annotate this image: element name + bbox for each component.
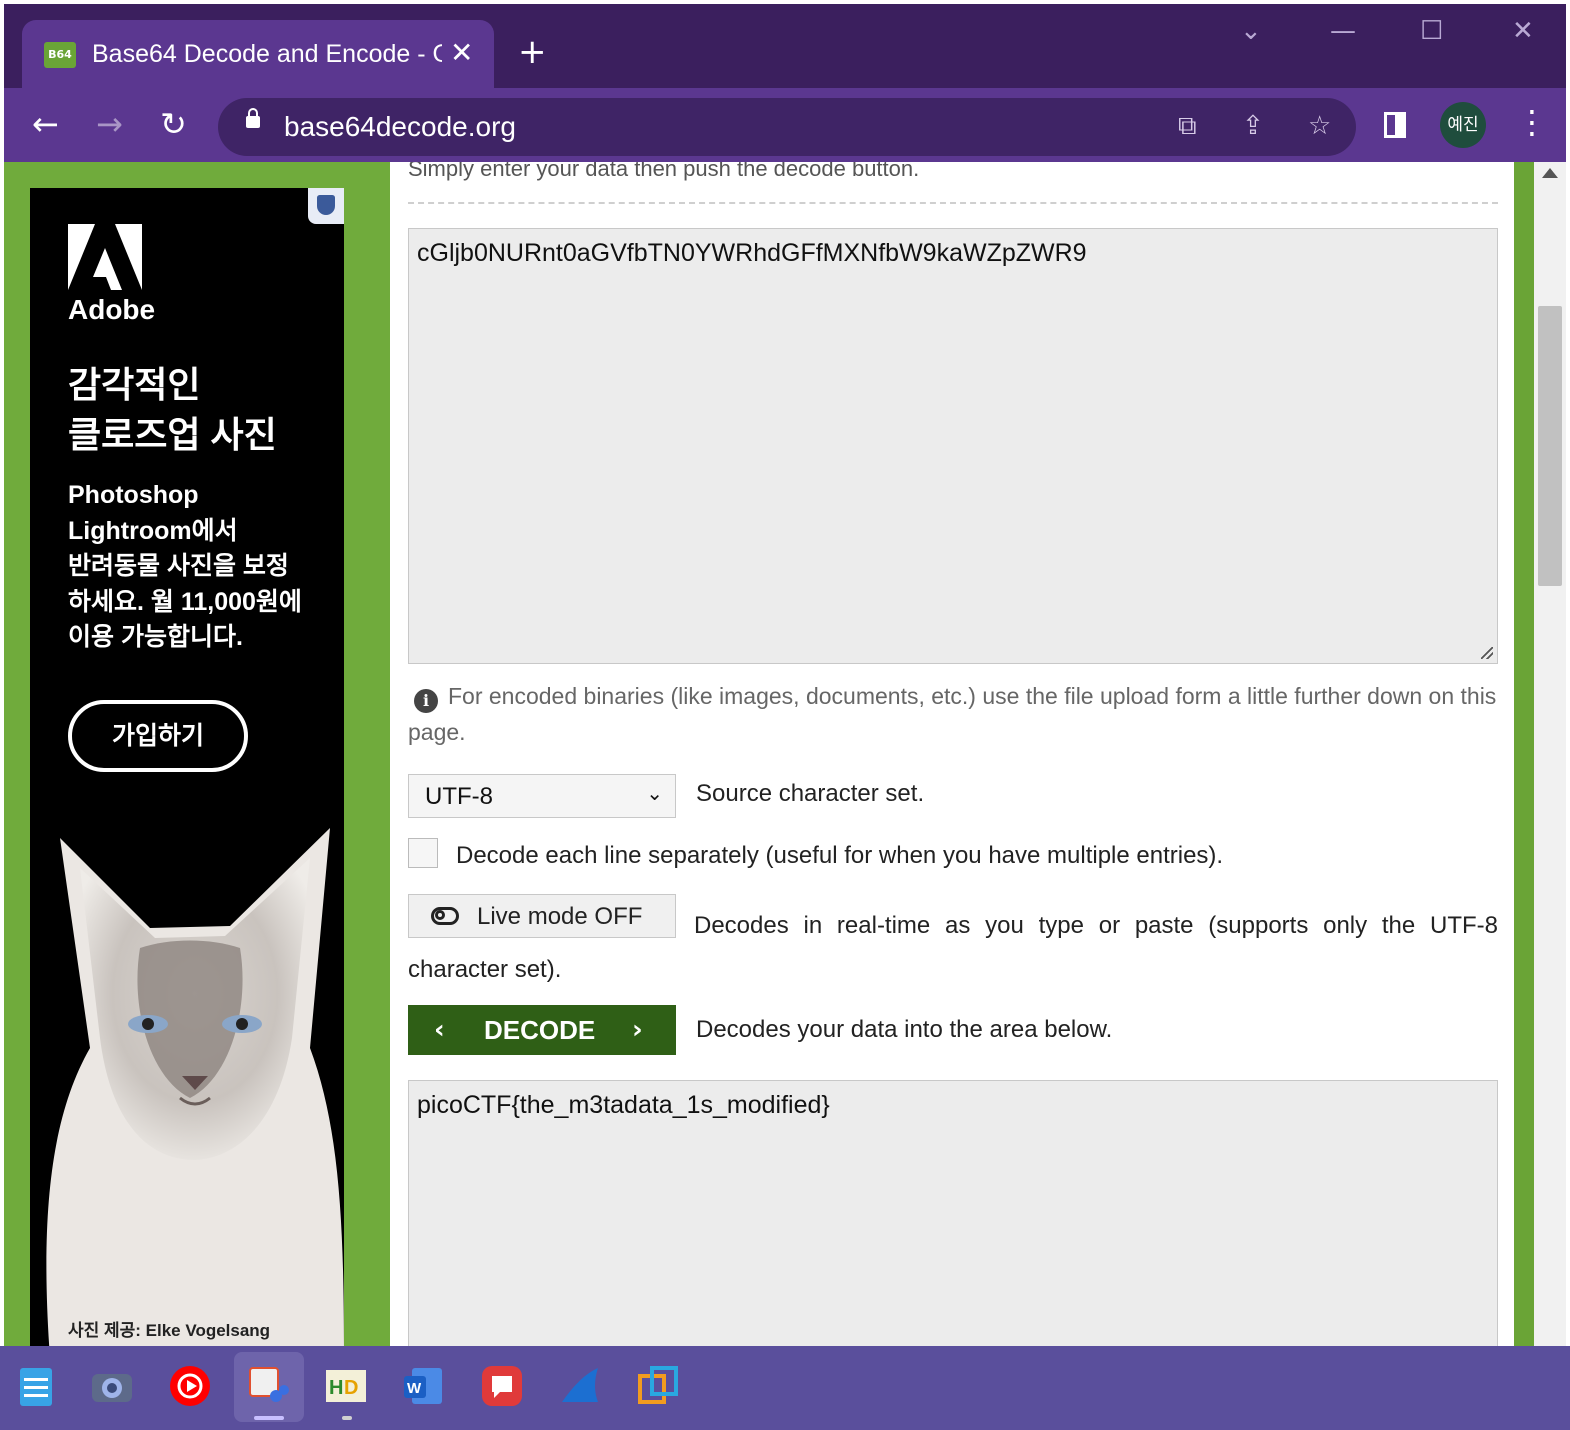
decoded-output-textarea[interactable]: picoCTF{the_m3tadata_1s_modified} bbox=[408, 1080, 1498, 1346]
close-tab-icon[interactable]: ✕ bbox=[450, 36, 473, 69]
toggle-icon bbox=[431, 907, 459, 925]
live-mode-toggle[interactable]: Live mode OFF bbox=[408, 894, 676, 938]
ad-body-line: 하세요. 월 11,000원에 bbox=[68, 587, 302, 616]
info-text: For encoded binaries (like images, docum… bbox=[408, 683, 1497, 745]
svg-text:H: H bbox=[329, 1377, 343, 1399]
main-content: Simply enter your data then push the dec… bbox=[390, 162, 1514, 1346]
ad-body-line: Photoshop bbox=[68, 481, 199, 509]
page-scrollbar[interactable] bbox=[1534, 162, 1566, 1346]
taskbar: H D W bbox=[0, 1346, 1570, 1430]
ad-brand: Adobe bbox=[68, 294, 156, 325]
charset-value[interactable]: UTF-8 bbox=[425, 783, 493, 810]
scroll-up-icon[interactable] bbox=[1542, 168, 1558, 178]
wireshark-icon[interactable] bbox=[558, 1364, 602, 1408]
decode-button-label[interactable]: DECODE bbox=[484, 1015, 595, 1046]
scrollbar-thumb[interactable] bbox=[1538, 306, 1562, 586]
ad-choices-icon[interactable] bbox=[308, 188, 344, 224]
decode-description: Decodes your data into the area below. bbox=[696, 1016, 1113, 1043]
word-icon[interactable]: W bbox=[402, 1364, 446, 1408]
forward-icon[interactable]: → bbox=[96, 104, 123, 144]
charset-label: Source character set. bbox=[696, 780, 925, 807]
url-text[interactable]: base64decode.org bbox=[284, 111, 516, 143]
address-bar[interactable]: base64decode.org ⧉ ⇪ ☆ bbox=[218, 98, 1356, 156]
decode-button[interactable]: ‹ DECODE › bbox=[408, 1005, 676, 1055]
encoded-input-value[interactable]: cGljb0NURnt0aGVfbTN0YWRhdGFfMXNfbW9kaWZp… bbox=[417, 239, 1087, 267]
active-app-indicator bbox=[254, 1416, 284, 1420]
snipping-tool-icon[interactable] bbox=[246, 1364, 290, 1408]
side-panel-icon[interactable] bbox=[1384, 112, 1406, 138]
maximize-icon[interactable]: ☐ bbox=[1420, 16, 1443, 46]
ad-body: Photoshop Lightroom에서 반려동물 사진을 보정 하세요. 월… bbox=[68, 478, 338, 656]
ad-headline-line: 감각적인 bbox=[68, 364, 201, 405]
divider bbox=[408, 202, 1498, 204]
notepad-icon[interactable] bbox=[14, 1364, 58, 1408]
resize-grip-icon[interactable] bbox=[1481, 647, 1493, 659]
encoded-input-textarea[interactable]: cGljb0NURnt0aGVfbTN0YWRhdGFfMXNfbW9kaWZp… bbox=[408, 228, 1498, 664]
adobe-advertisement[interactable]: Adobe 감각적인 클로즈업 사진 Photoshop Lightroom에서… bbox=[30, 188, 344, 1346]
favicon-icon: B64 bbox=[44, 42, 76, 68]
svg-text:W: W bbox=[407, 1380, 422, 1397]
youtube-music-icon[interactable] bbox=[168, 1364, 212, 1408]
translate-icon[interactable]: ⧉ bbox=[1178, 111, 1197, 142]
ad-body-line: Lightroom에서 bbox=[68, 516, 238, 545]
running-app-indicator bbox=[342, 1416, 352, 1420]
close-window-icon[interactable]: ✕ bbox=[1512, 16, 1534, 46]
active-tab[interactable]: B64 Base64 Decode and Encode - O ✕ bbox=[22, 20, 494, 88]
vmware-icon[interactable] bbox=[636, 1364, 680, 1408]
ad-body-line: 이용 가능합니다. bbox=[68, 623, 243, 651]
minimize-icon[interactable]: — bbox=[1330, 16, 1356, 46]
ad-headline-line: 클로즈업 사진 bbox=[68, 414, 277, 455]
charset-select[interactable]: UTF-8 ⌄ bbox=[408, 774, 676, 818]
svg-text:D: D bbox=[344, 1377, 358, 1399]
tab-search-icon[interactable]: ⌄ bbox=[1240, 16, 1262, 46]
decode-lines-separately-label[interactable]: Decode each line separately (useful for … bbox=[456, 842, 1223, 870]
cat-photo bbox=[30, 798, 344, 1346]
camera-icon[interactable] bbox=[90, 1364, 134, 1408]
info-icon: i bbox=[414, 689, 438, 713]
page-viewport: Adobe 감각적인 클로즈업 사진 Photoshop Lightroom에서… bbox=[4, 162, 1538, 1346]
ad-signup-button[interactable]: 가입하기 bbox=[68, 700, 248, 772]
decoded-output-value[interactable]: picoCTF{the_m3tadata_1s_modified} bbox=[417, 1091, 830, 1119]
feedback-hub-icon[interactable] bbox=[480, 1364, 524, 1408]
decode-lines-separately-checkbox[interactable] bbox=[408, 838, 438, 868]
lock-icon[interactable] bbox=[246, 108, 260, 128]
back-icon[interactable]: ← bbox=[32, 104, 59, 144]
reload-icon[interactable]: ↻ bbox=[160, 104, 187, 144]
tab-title: Base64 Decode and Encode - O bbox=[92, 40, 442, 68]
chevron-left-icon: ‹ bbox=[434, 1015, 445, 1045]
share-icon[interactable]: ⇪ bbox=[1242, 111, 1264, 141]
new-tab-icon[interactable]: + bbox=[518, 32, 547, 72]
browser-window: B64 Base64 Decode and Encode - O ✕ + ⌄ —… bbox=[4, 4, 1566, 1346]
menu-kebab-icon[interactable]: ⋮ bbox=[1516, 102, 1548, 142]
live-mode-label[interactable]: Live mode OFF bbox=[477, 903, 642, 931]
ad-body-line: 반려동물 사진을 보정 bbox=[68, 552, 289, 580]
bookmark-star-icon[interactable]: ☆ bbox=[1308, 111, 1331, 141]
binary-info-note: i For encoded binaries (like images, docu… bbox=[408, 678, 1498, 750]
tab-strip: B64 Base64 Decode and Encode - O ✕ + ⌄ —… bbox=[4, 4, 1566, 88]
chevron-down-icon: ⌄ bbox=[646, 781, 663, 805]
ad-headline: 감각적인 클로즈업 사진 bbox=[68, 360, 328, 460]
profile-avatar[interactable]: 예진 bbox=[1440, 102, 1486, 148]
browser-toolbar: ← → ↻ base64decode.org ⧉ ⇪ ☆ 예진 ⋮ bbox=[4, 88, 1566, 162]
ad-photo-credit: 사진 제공: Elke Vogelsang bbox=[68, 1321, 271, 1340]
chevron-right-icon: › bbox=[632, 1015, 643, 1045]
intro-text: Simply enter your data then push the dec… bbox=[408, 162, 920, 181]
adobe-logo-icon bbox=[68, 224, 142, 290]
hxd-icon[interactable]: H D bbox=[324, 1364, 368, 1408]
